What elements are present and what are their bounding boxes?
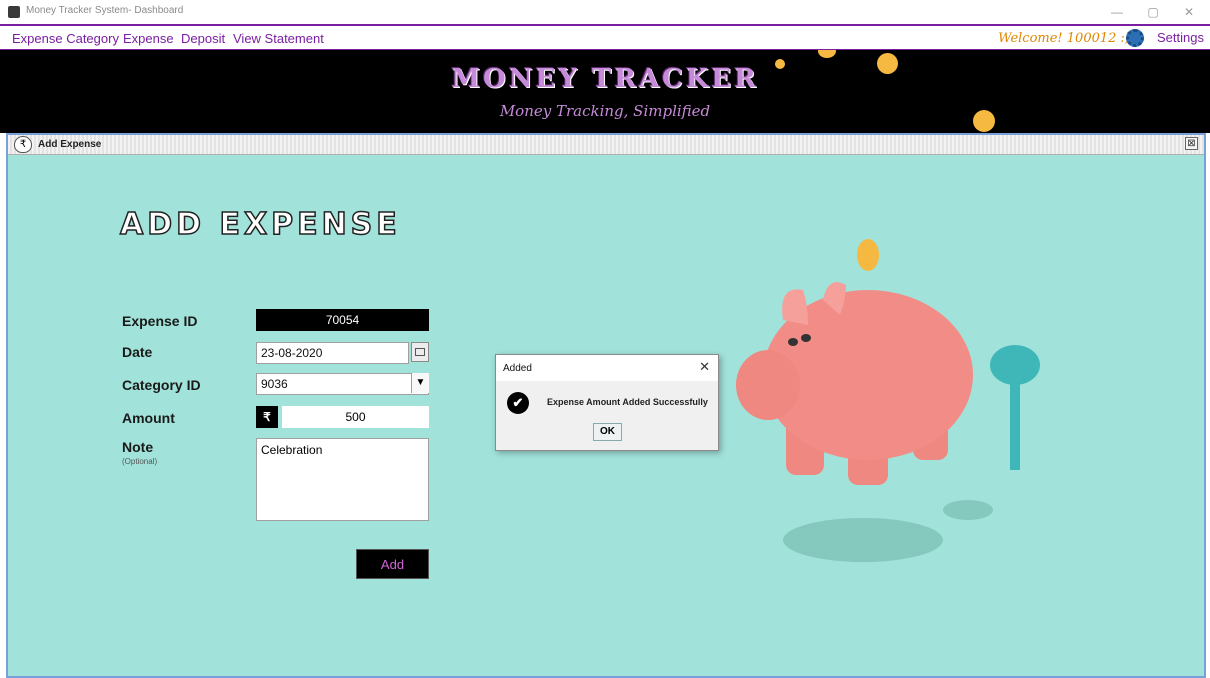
coin-graphic [857,239,879,271]
category-id-label: Category ID [122,377,201,393]
tool-head-graphic [990,345,1040,385]
expense-id-label: Expense ID [122,313,198,329]
ok-button[interactable]: OK [593,423,622,441]
gear-icon[interactable] [1126,29,1144,47]
amount-field[interactable]: 500 [282,406,429,428]
note-textarea[interactable]: Celebration [256,438,429,521]
menu-deposit[interactable]: Deposit [181,31,225,46]
page-heading: ADD EXPENSE [119,206,401,243]
dialog-close-button[interactable]: ✕ [699,359,710,375]
coin-graphic [775,59,785,69]
minimize-button[interactable]: — [1102,2,1132,22]
coin-graphic [877,53,898,74]
pig-snout-graphic [736,350,800,420]
piggy-bank-illustration [736,239,1040,562]
added-dialog: Added ✕ ✔ Expense Amount Added Successfu… [495,354,719,451]
menu-bar: Expense Category Expense Deposit View St… [0,24,1210,50]
dialog-body: ✔ Expense Amount Added Successfully OK [496,381,718,450]
check-icon: ✔ [507,392,529,414]
note-optional-label: (Optional) [122,457,158,466]
banner-subtitle: Money Tracking, Simplified [499,102,711,120]
shadow-graphic [943,500,993,520]
note-label: Note [122,439,154,455]
rupee-icon: ₹ [256,406,278,428]
frame-title: Add Expense [38,139,102,150]
chevron-down-icon[interactable]: ▼ [411,373,429,393]
money-bag-icon: ₹ [14,136,32,153]
welcome-text: Welcome! 100012 :) [998,31,1130,46]
coin-graphic [818,50,836,58]
pig-eye-graphic [788,338,798,346]
dialog-title: Added [503,363,532,374]
close-button[interactable]: ✕ [1174,2,1204,22]
menu-expense-category[interactable]: Expense Category [12,31,119,46]
pig-eye-graphic [801,334,811,342]
add-button[interactable]: Add [356,549,429,579]
window-title: Money Tracker System- Dashboard [26,5,184,16]
menu-expense[interactable]: Expense [123,31,174,46]
menu-view-statement[interactable]: View Statement [233,31,324,46]
amount-label: Amount [122,410,175,426]
category-id-select[interactable]: 9036 [256,373,429,395]
app-banner: MONEY TRACKER Money Tracking, Simplified [0,50,1210,133]
maximize-button[interactable]: ▢ [1138,2,1168,22]
date-field[interactable]: 23-08-2020 [256,342,409,364]
banner-title: MONEY TRACKER [451,64,759,94]
window-titlebar: Money Tracker System- Dashboard — ▢ ✕ [0,0,1210,24]
calendar-icon[interactable] [411,342,429,362]
frame-titlebar: ₹ Add Expense ⊠ [8,135,1204,155]
dialog-message: Expense Amount Added Successfully [547,397,708,407]
frame-close-button[interactable]: ⊠ [1185,137,1198,150]
settings-menu[interactable]: Settings [1157,30,1204,45]
pig-ear-graphic [782,289,808,325]
app-icon [8,6,20,18]
shadow-graphic [783,518,943,562]
coin-graphic [973,110,995,132]
date-label: Date [122,344,153,360]
expense-id-field: 70054 [256,309,429,331]
